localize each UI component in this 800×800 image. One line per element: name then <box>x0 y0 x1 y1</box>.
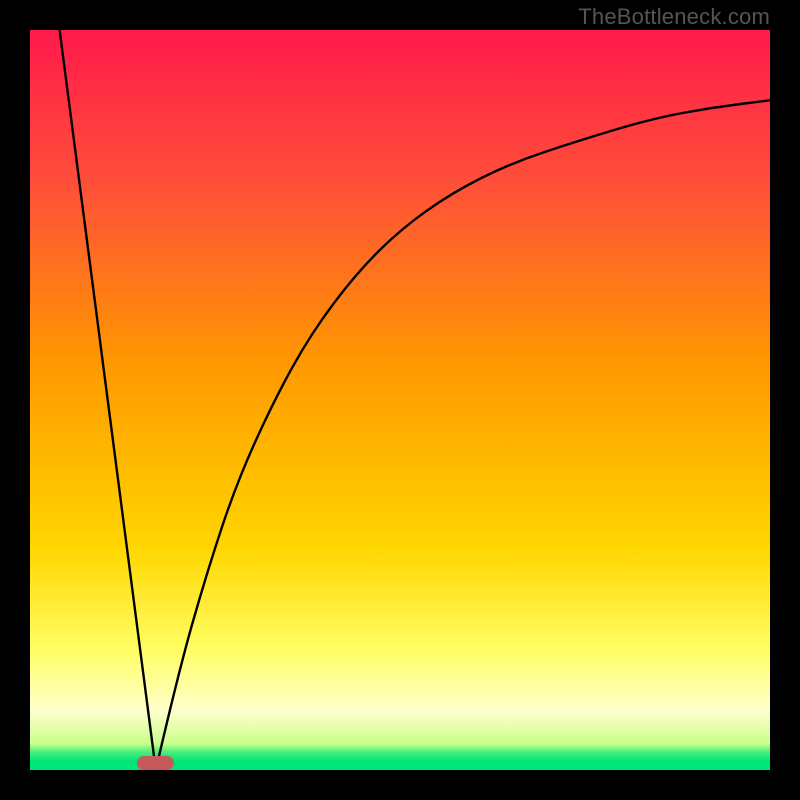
minimum-marker <box>137 756 174 770</box>
bottleneck-curves <box>30 30 770 770</box>
chart-frame: TheBottleneck.com <box>0 0 800 800</box>
left-branch-path <box>60 30 156 770</box>
watermark-text: TheBottleneck.com <box>578 4 770 30</box>
plot-area <box>30 30 770 770</box>
right-branch-path <box>156 100 770 770</box>
